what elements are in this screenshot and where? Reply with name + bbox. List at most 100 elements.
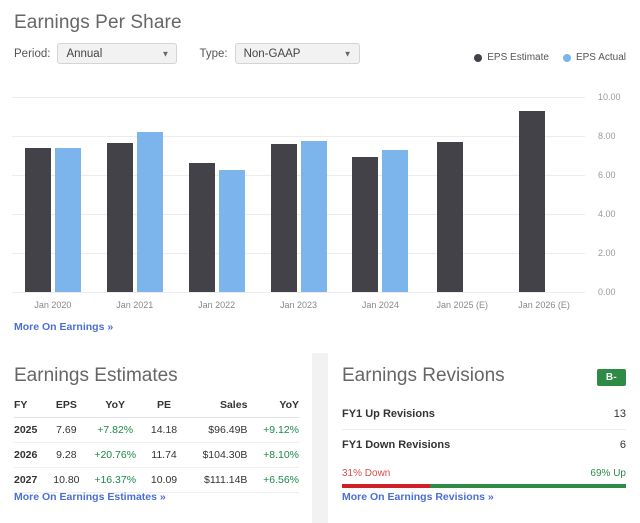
fy1-up-revisions-value: 13 [613,408,626,420]
table-cell: 2026 [14,442,48,468]
table-cell: 10.80 [47,467,86,493]
chart-x-axis: Jan 2020 Jan 2021 Jan 2022 Jan 2023 Jan 2024… [0,300,585,318]
table-cell: 2025 [14,417,48,443]
bar-eps-actual [382,150,409,292]
fy1-down-revisions-value: 6 [619,439,626,451]
bar-eps-actual [300,141,327,292]
x-axis-tick-label: Jan 2021 [116,300,154,310]
revisions-split-bar [342,484,626,488]
table-cell: 11.74 [145,442,183,468]
table-cell: +7.82% [85,417,146,443]
x-axis-tick-label: Jan 2026 (E) [518,300,570,310]
chart-gridline [12,97,585,98]
table-column-header: FY [14,399,48,418]
earnings-estimates-title: Earnings Estimates [14,365,178,386]
x-axis-tick-label: Jan 2020 [34,300,72,310]
table-cell: +6.56% [247,467,299,493]
period-control: Period: Annual ▼ [14,43,178,64]
table-header-row: FY EPS YoY PE Sales YoY [14,399,299,418]
y-axis-tick-label: 0.00 [598,287,616,297]
type-select-value: Non-GAAP [243,47,301,60]
table-row: 2025 7.69 +7.82% 14.18 $96.49B +9.12% [14,417,299,443]
revisions-down-segment [342,484,431,488]
table-column-header: EPS [47,399,86,418]
table-cell: +16.37% [85,467,146,493]
bar-eps-estimate [270,143,297,292]
fy1-up-revisions-label: FY1 Up Revisions [342,408,435,420]
table-cell: +9.12% [247,417,299,443]
table-cell: $96.49B [182,417,248,443]
fy1-up-revisions-row: FY1 Up Revisions 13 [342,399,626,430]
bottom-panels: Earnings Estimates FY EPS YoY PE Sales YoY 20… [0,353,640,523]
revisions-up-percent-label: 69% Up [590,468,626,479]
chart-gridline [12,175,585,176]
period-select-value: Annual [66,47,103,60]
chevron-down-icon: ▼ [343,49,352,58]
revisions-split-labels: 31% Down 69% Up [342,468,626,479]
status-badge: B- [596,369,626,386]
chevron-down-icon: ▼ [161,49,170,58]
bar-eps-estimate [352,157,379,292]
bar-eps-estimate [188,162,215,292]
y-axis-tick-label: 2.00 [598,248,616,258]
x-axis-tick-label: Jan 2022 [198,300,236,310]
bar-eps-estimate [106,143,133,292]
type-label: Type: [199,47,228,60]
table-column-header: YoY [85,399,146,418]
table-cell: $111.14B [182,467,248,493]
earnings-per-share-panel: Earnings Per Share Period: Annual ▼ Type… [0,0,640,353]
legend-swatch-icon [474,53,483,62]
type-control: Type: Non-GAAP ▼ [199,43,360,64]
earnings-revisions-title: Earnings Revisions [342,365,505,386]
table-column-header: YoY [247,399,299,418]
earnings-revisions-panel: Earnings Revisions B- FY1 Up Revisions 1… [328,353,640,523]
chart-legend: EPS Estimate EPS Actual [474,52,626,63]
more-on-earnings-revisions-link[interactable]: More On Earnings Revisions » [342,491,494,503]
x-axis-tick-label: Jan 2023 [279,300,318,310]
legend-label: EPS Estimate [487,52,549,63]
chart-gridline [12,292,585,293]
eps-bar-chart: 0.00 2.00 4.00 6.00 8.00 10.00 [0,85,640,300]
fy1-down-revisions-row: FY1 Down Revisions 6 [342,430,626,460]
bar-eps-actual [218,169,245,292]
legend-item: EPS Actual [562,52,626,63]
bar-eps-actual [136,131,163,292]
more-on-earnings-link[interactable]: More On Earnings » [14,321,113,333]
table-cell: 14.18 [145,417,183,443]
y-axis-tick-label: 8.00 [598,131,616,141]
x-axis-tick-label: Jan 2024 [361,300,399,310]
bar-eps-actual [54,148,81,292]
table-row: 2027 10.80 +16.37% 10.09 $111.14B +6.56% [14,467,299,493]
chart-gridline [12,253,585,254]
bar-eps-estimate [437,142,464,292]
fy1-down-revisions-label: FY1 Down Revisions [342,439,451,451]
table-cell: 2027 [14,467,48,493]
revisions-down-percent-label: 31% Down [342,468,391,479]
table-cell: $104.30B [182,442,248,468]
chart-gridline [12,136,585,137]
y-axis-tick-label: 6.00 [598,170,616,180]
earnings-estimates-table: FY EPS YoY PE Sales YoY 2025 7.69 +7.82% 14.18 $9… [14,399,299,493]
period-select[interactable]: Annual ▼ [57,43,178,64]
panel-divider [312,353,328,523]
table-cell: +20.76% [85,442,146,468]
table-cell: 9.28 [47,442,86,468]
legend-label: EPS Actual [575,52,626,63]
page-title: Earnings Per Share [14,12,182,33]
table-column-header: Sales [182,399,248,418]
table-cell: +8.10% [247,442,299,468]
table-cell: 10.09 [145,467,183,493]
y-axis-tick-label: 10.00 [598,92,621,102]
more-on-earnings-estimates-link[interactable]: More On Earnings Estimates » [14,491,166,503]
type-select[interactable]: Non-GAAP ▼ [234,43,360,64]
y-axis-tick-label: 4.00 [598,209,616,219]
x-axis-tick-label: Jan 2025 (E) [436,300,488,310]
bar-eps-estimate [24,148,51,292]
earnings-estimates-panel: Earnings Estimates FY EPS YoY PE Sales YoY 20… [0,353,312,523]
legend-item: EPS Estimate [474,52,549,63]
bar-eps-estimate [519,111,546,292]
table-column-header: PE [145,399,183,418]
legend-swatch-icon [562,53,571,62]
table-row: 2026 9.28 +20.76% 11.74 $104.30B +8.10% [14,442,299,468]
chart-gridline [12,214,585,215]
